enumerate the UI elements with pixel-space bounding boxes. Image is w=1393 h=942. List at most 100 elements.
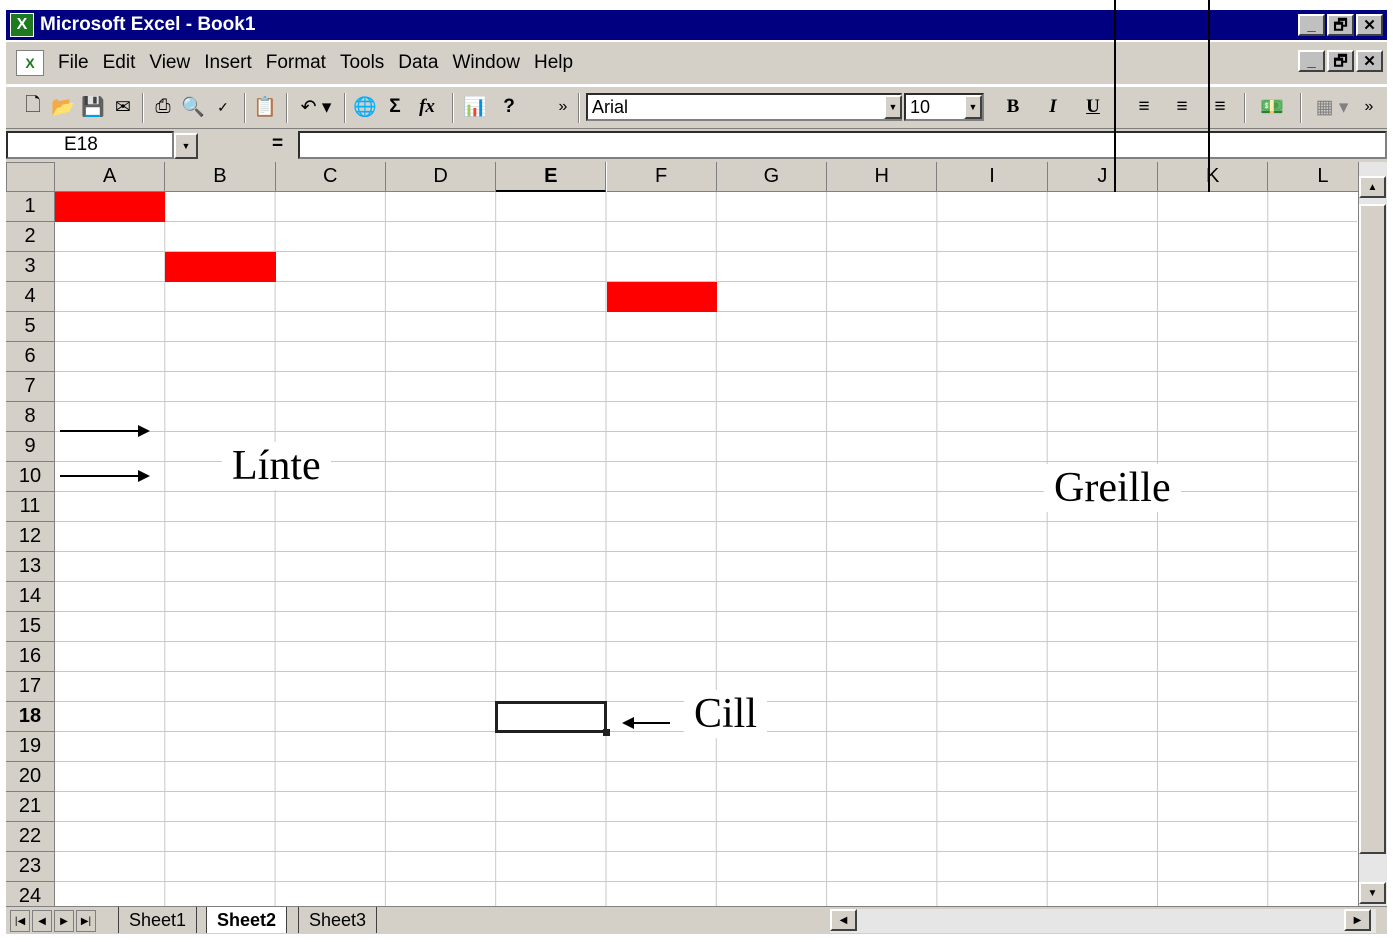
- scroll-left-icon[interactable]: ◀: [830, 909, 857, 931]
- new-icon[interactable]: 🗋: [20, 94, 46, 120]
- more-buttons-icon[interactable]: »: [554, 94, 572, 120]
- row-header-9[interactable]: 9: [6, 432, 55, 462]
- select-all-corner[interactable]: [6, 162, 55, 192]
- bold-button[interactable]: B: [1000, 94, 1026, 120]
- row-header-5[interactable]: 5: [6, 312, 55, 342]
- row-header-23[interactable]: 23: [6, 852, 55, 882]
- font-name-dropdown-icon[interactable]: ▼: [884, 95, 902, 119]
- highlighted-cell-f4[interactable]: [606, 282, 717, 312]
- currency-style-icon[interactable]: 💵: [1258, 94, 1286, 120]
- menu-edit[interactable]: Edit: [103, 52, 136, 74]
- column-header-g[interactable]: G: [716, 162, 828, 192]
- email-icon[interactable]: ✉: [110, 94, 136, 120]
- prev-sheet-icon[interactable]: ◀: [32, 910, 52, 932]
- chart-wizard-icon[interactable]: 📊: [460, 94, 490, 120]
- next-sheet-icon[interactable]: ▶: [54, 910, 74, 932]
- menu-data[interactable]: Data: [398, 52, 438, 74]
- save-icon[interactable]: 💾: [80, 94, 106, 120]
- row-header-12[interactable]: 12: [6, 522, 55, 552]
- row-header-18[interactable]: 18: [6, 702, 55, 732]
- horizontal-scrollbar[interactable]: ◀ ▶: [830, 909, 1376, 933]
- sheet-tab-sheet1[interactable]: Sheet1: [118, 907, 198, 933]
- row-header-4[interactable]: 4: [6, 282, 55, 312]
- web-icon[interactable]: 🌐: [352, 94, 378, 120]
- font-name-box[interactable]: Arial: [586, 93, 902, 121]
- row-header-11[interactable]: 11: [6, 492, 55, 522]
- column-header-e[interactable]: E: [496, 162, 607, 192]
- sheet-tab-sheet3[interactable]: Sheet3: [298, 907, 378, 933]
- menu-tools[interactable]: Tools: [340, 52, 384, 74]
- column-header-k[interactable]: K: [1158, 162, 1269, 192]
- column-header-b[interactable]: B: [165, 162, 276, 192]
- row-header-22[interactable]: 22: [6, 822, 55, 852]
- row-header-16[interactable]: 16: [6, 642, 55, 672]
- sheet-tab-sheet2[interactable]: Sheet2: [206, 907, 288, 933]
- row-header-6[interactable]: 6: [6, 342, 55, 372]
- row-header-19[interactable]: 19: [6, 732, 55, 762]
- scroll-right-icon[interactable]: ▶: [1344, 909, 1371, 931]
- column-header-i[interactable]: I: [937, 162, 1048, 192]
- vertical-scrollbar[interactable]: ▲ ▼: [1358, 162, 1387, 906]
- vertical-scroll-thumb[interactable]: [1359, 204, 1386, 854]
- first-sheet-icon[interactable]: |◀: [10, 910, 30, 932]
- minimize-button[interactable]: _: [1298, 14, 1325, 36]
- undo-icon[interactable]: ↶ ▾: [296, 94, 336, 120]
- highlighted-cell-a1[interactable]: [55, 192, 166, 222]
- row-header-13[interactable]: 13: [6, 552, 55, 582]
- more-buttons-icon-2[interactable]: »: [1360, 94, 1378, 120]
- print-icon[interactable]: ⎙: [150, 94, 176, 120]
- column-header-f[interactable]: F: [606, 162, 717, 192]
- formula-input[interactable]: [298, 131, 1387, 159]
- doc-restore-button[interactable]: 🗗: [1327, 50, 1354, 72]
- row-header-14[interactable]: 14: [6, 582, 55, 612]
- row-header-10[interactable]: 10: [6, 462, 55, 492]
- workbook-icon[interactable]: X: [16, 50, 44, 76]
- excel-app-icon[interactable]: X: [10, 13, 34, 37]
- row-header-20[interactable]: 20: [6, 762, 55, 792]
- spelling-icon[interactable]: ✓: [210, 94, 236, 120]
- row-header-3[interactable]: 3: [6, 252, 55, 282]
- borders-icon[interactable]: ▦ ▾: [1312, 94, 1352, 120]
- align-left-icon[interactable]: ≡: [1130, 94, 1158, 120]
- row-header-2[interactable]: 2: [6, 222, 55, 252]
- align-center-icon[interactable]: ≡: [1168, 94, 1196, 120]
- active-cell[interactable]: [495, 701, 611, 736]
- menu-file[interactable]: File: [58, 52, 89, 74]
- column-header-h[interactable]: H: [827, 162, 938, 192]
- column-header-d[interactable]: D: [385, 162, 497, 192]
- font-size-dropdown-icon[interactable]: ▼: [964, 95, 982, 119]
- row-header-7[interactable]: 7: [6, 372, 55, 402]
- menu-help[interactable]: Help: [534, 52, 573, 74]
- print-preview-icon[interactable]: 🔍: [180, 94, 206, 120]
- menu-window[interactable]: Window: [452, 52, 520, 74]
- underline-button[interactable]: U: [1080, 94, 1106, 120]
- help-icon[interactable]: ?: [496, 94, 522, 120]
- menu-view[interactable]: View: [149, 52, 190, 74]
- row-header-21[interactable]: 21: [6, 792, 55, 822]
- column-header-c[interactable]: C: [275, 162, 386, 192]
- open-icon[interactable]: 📂: [50, 94, 76, 120]
- autosum-icon[interactable]: Σ: [382, 94, 408, 120]
- last-sheet-icon[interactable]: ▶|: [76, 910, 96, 932]
- column-header-a[interactable]: A: [55, 162, 166, 192]
- name-box-dropdown-icon[interactable]: ▼: [174, 133, 198, 159]
- function-icon[interactable]: fx: [412, 94, 442, 120]
- column-header-j[interactable]: J: [1047, 162, 1158, 192]
- highlighted-cell-b3[interactable]: [165, 252, 276, 282]
- menu-insert[interactable]: Insert: [204, 52, 252, 74]
- menu-format[interactable]: Format: [266, 52, 326, 74]
- row-header-1[interactable]: 1: [6, 192, 55, 222]
- doc-minimize-button[interactable]: _: [1298, 50, 1325, 72]
- name-box[interactable]: E18: [6, 131, 174, 159]
- close-button[interactable]: ✕: [1356, 14, 1383, 36]
- scroll-down-icon[interactable]: ▼: [1359, 882, 1386, 904]
- edit-formula-button[interactable]: =: [272, 133, 283, 155]
- row-header-8[interactable]: 8: [6, 402, 55, 432]
- paste-icon[interactable]: 📋: [252, 94, 278, 120]
- align-right-icon[interactable]: ≡: [1206, 94, 1234, 120]
- doc-close-button[interactable]: ✕: [1356, 50, 1383, 72]
- row-header-17[interactable]: 17: [6, 672, 55, 702]
- italic-button[interactable]: I: [1040, 94, 1066, 120]
- restore-button[interactable]: 🗗: [1327, 14, 1354, 36]
- cell-grid[interactable]: [55, 192, 1357, 912]
